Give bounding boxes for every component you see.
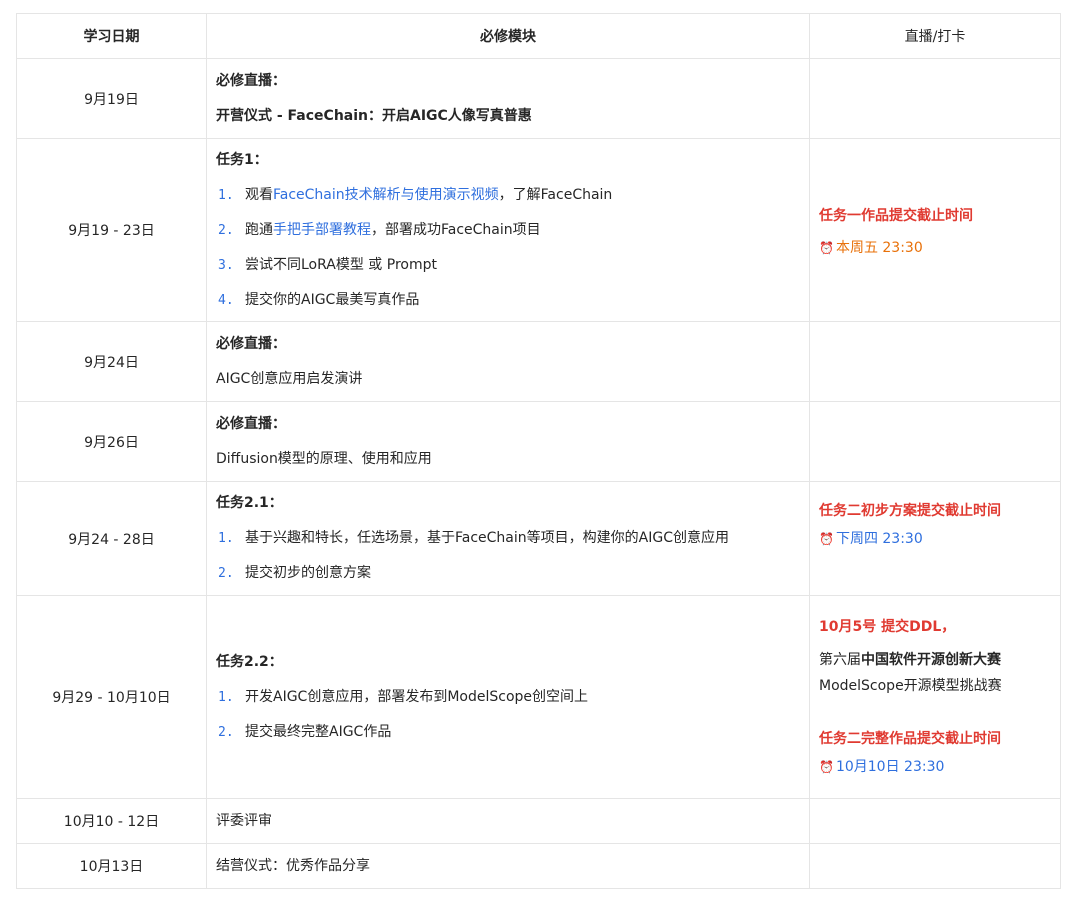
list-number: 1.: [218, 187, 234, 203]
table-row: 9月24 - 28日 任务2.1： 1. 基于兴趣和特长，任选场景，基于FaceC…: [16, 481, 1061, 596]
task-text: 观看: [245, 186, 273, 203]
list-number: 2.: [218, 222, 234, 238]
task-text: 尝试不同LoRA模型 或 Prompt: [245, 256, 437, 273]
list-number: 3.: [218, 257, 234, 273]
row-module: 必修直播： 开营仪式 - FaceChain：开启AIGC人像写真普惠: [206, 58, 810, 139]
row-date: 9月29 - 10月10日: [16, 595, 207, 799]
row-module: 必修直播： AIGC创意应用启发演讲: [206, 321, 810, 402]
alarm-clock-icon: ⏰: [819, 531, 834, 546]
module-title: 必修直播：: [216, 415, 286, 432]
row-module: 结营仪式：优秀作品分享: [206, 843, 810, 889]
contest-prefix: 第六届: [819, 652, 861, 668]
demo-video-link[interactable]: FaceChain技术解析与使用演示视频: [273, 187, 499, 203]
deadline-time-text: 10月10日 23:30: [835, 759, 945, 775]
task-text: 提交你的AIGC最美写真作品: [245, 291, 420, 308]
list-number: 2.: [218, 566, 234, 581]
module-title: 任务1：: [216, 151, 268, 168]
task-list: 1. 基于兴趣和特长，任选场景，基于FaceChain等项目，构建你的AIGC创意…: [216, 521, 800, 591]
ddl-label: 10月5号 提交DDL，: [819, 619, 956, 635]
alarm-clock-icon: ⏰: [819, 760, 834, 774]
alarm-clock-icon: ⏰: [819, 240, 834, 255]
row-module: 任务2.1： 1. 基于兴趣和特长，任选场景，基于FaceChain等项目，构建你…: [206, 481, 810, 596]
row-date: 9月26日: [16, 401, 207, 482]
module-title: 必修直播：: [216, 72, 286, 89]
module-title: 必修直播：: [216, 335, 286, 352]
list-number: 1.: [218, 531, 234, 546]
deadline-time-text: 本周五 23:30: [835, 239, 923, 256]
deadline-time: ⏰ 本周五 23:30: [819, 234, 1051, 262]
header-date: 学习日期: [16, 13, 207, 59]
row-module: 评委评审: [206, 798, 810, 844]
module-title: 任务2.2：: [216, 653, 283, 670]
table-row: 9月19日 必修直播： 开营仪式 - FaceChain：开启AIGC人像写真普…: [16, 58, 1061, 139]
row-module: 任务1： 1. 观看FaceChain技术解析与使用演示视频，了解FaceChai…: [206, 138, 810, 322]
table-row: 10月10 - 12日 评委评审: [16, 798, 1061, 844]
task-list: 1. 开发AIGC创意应用，部署发布到ModelScope创空间上 2. 提交最终完…: [216, 680, 800, 750]
schedule-table: 学习日期 必修模块 直播/打卡 9月19日 必修直播： 开营仪式 - FaceC…: [16, 13, 1061, 889]
deadline-title: 任务二完整作品提交截止时间: [819, 731, 1001, 747]
task-text: 开发AIGC创意应用，部署发布到ModelScope创空间上: [245, 688, 589, 705]
task-text: 跑通: [245, 221, 273, 238]
task-text: 基于兴趣和特长，任选场景，基于FaceChain等项目，构建你的AIGC创意应用: [245, 530, 729, 546]
module-title: 任务2.1：: [216, 495, 283, 511]
task-text: 提交初步的创意方案: [245, 565, 371, 581]
module-desc: 结营仪式：优秀作品分享: [216, 857, 370, 874]
table-row: 9月19 - 23日 任务1： 1. 观看FaceChain技术解析与使用演示视频…: [16, 138, 1061, 322]
list-item: 1. 观看FaceChain技术解析与使用演示视频，了解FaceChain: [216, 178, 800, 213]
row-status: 任务一作品提交截止时间 ⏰ 本周五 23:30: [809, 138, 1061, 322]
row-status: [809, 321, 1061, 402]
header-module: 必修模块: [206, 13, 810, 59]
row-status: [809, 798, 1061, 844]
module-desc: AIGC创意应用启发演讲: [216, 370, 363, 387]
module-desc: 开营仪式 - FaceChain：开启AIGC人像写真普惠: [216, 107, 532, 124]
row-status: 任务二初步方案提交截止时间 ⏰ 下周四 23:30: [809, 481, 1061, 596]
task-text: ，了解FaceChain: [498, 186, 613, 203]
deadline-title: 任务一作品提交截止时间: [819, 207, 973, 224]
list-number: 4.: [218, 292, 234, 308]
row-status: 10月5号 提交DDL， 第六届中国软件开源创新大赛 ModelScope开源模…: [809, 595, 1061, 799]
list-item: 2. 提交初步的创意方案: [216, 556, 800, 591]
list-item: 3. 尝试不同LoRA模型 或 Prompt: [216, 248, 800, 283]
contest-subtitle: ModelScope开源模型挑战赛: [819, 678, 1002, 694]
row-date: 10月10 - 12日: [16, 798, 207, 844]
list-item: 1. 基于兴趣和特长，任选场景，基于FaceChain等项目，构建你的AIGC创意…: [216, 521, 800, 556]
deploy-tutorial-link[interactable]: 手把手部署教程: [273, 222, 371, 238]
row-date: 9月24日: [16, 321, 207, 402]
list-item: 1. 开发AIGC创意应用，部署发布到ModelScope创空间上: [216, 680, 800, 715]
row-date: 9月24 - 28日: [16, 481, 207, 596]
row-date: 10月13日: [16, 843, 207, 889]
table-header-row: 学习日期 必修模块 直播/打卡: [16, 13, 1061, 59]
deadline-time-text: 下周四 23:30: [835, 530, 923, 547]
table-row: 9月26日 必修直播： Diffusion模型的原理、使用和应用: [16, 401, 1061, 482]
row-module: 任务2.2： 1. 开发AIGC创意应用，部署发布到ModelScope创空间上 …: [206, 595, 810, 799]
module-desc: 评委评审: [216, 812, 272, 829]
table-row: 10月13日 结营仪式：优秀作品分享: [16, 843, 1061, 889]
table-row: 9月24日 必修直播： AIGC创意应用启发演讲: [16, 321, 1061, 402]
row-module: 必修直播： Diffusion模型的原理、使用和应用: [206, 401, 810, 482]
table-row: 9月29 - 10月10日 任务2.2： 1. 开发AIGC创意应用，部署发布到M…: [16, 595, 1061, 799]
deadline-time: ⏰ 10月10日 23:30: [819, 753, 1051, 781]
row-date: 9月19 - 23日: [16, 138, 207, 322]
row-date: 9月19日: [16, 58, 207, 139]
row-status: [809, 58, 1061, 139]
contest-title: 中国软件开源创新大赛: [861, 652, 1001, 668]
row-status: [809, 401, 1061, 482]
module-desc: Diffusion模型的原理、使用和应用: [216, 450, 432, 467]
row-status: [809, 843, 1061, 889]
header-status: 直播/打卡: [809, 13, 1061, 59]
task-text: ，部署成功FaceChain项目: [371, 221, 541, 238]
list-number: 2.: [218, 724, 234, 740]
list-item: 2. 提交最终完整AIGC作品: [216, 715, 800, 750]
list-item: 4. 提交你的AIGC最美写真作品: [216, 283, 800, 318]
list-item: 2. 跑通手把手部署教程，部署成功FaceChain项目: [216, 213, 800, 248]
task-text: 提交最终完整AIGC作品: [245, 723, 392, 740]
deadline-time: ⏰ 下周四 23:30: [819, 525, 1051, 553]
task-list: 1. 观看FaceChain技术解析与使用演示视频，了解FaceChain 2. 跑…: [216, 178, 800, 318]
deadline-title: 任务二初步方案提交截止时间: [819, 502, 1001, 519]
contest-name: 第六届中国软件开源创新大赛: [819, 647, 1051, 673]
list-number: 1.: [218, 689, 234, 705]
